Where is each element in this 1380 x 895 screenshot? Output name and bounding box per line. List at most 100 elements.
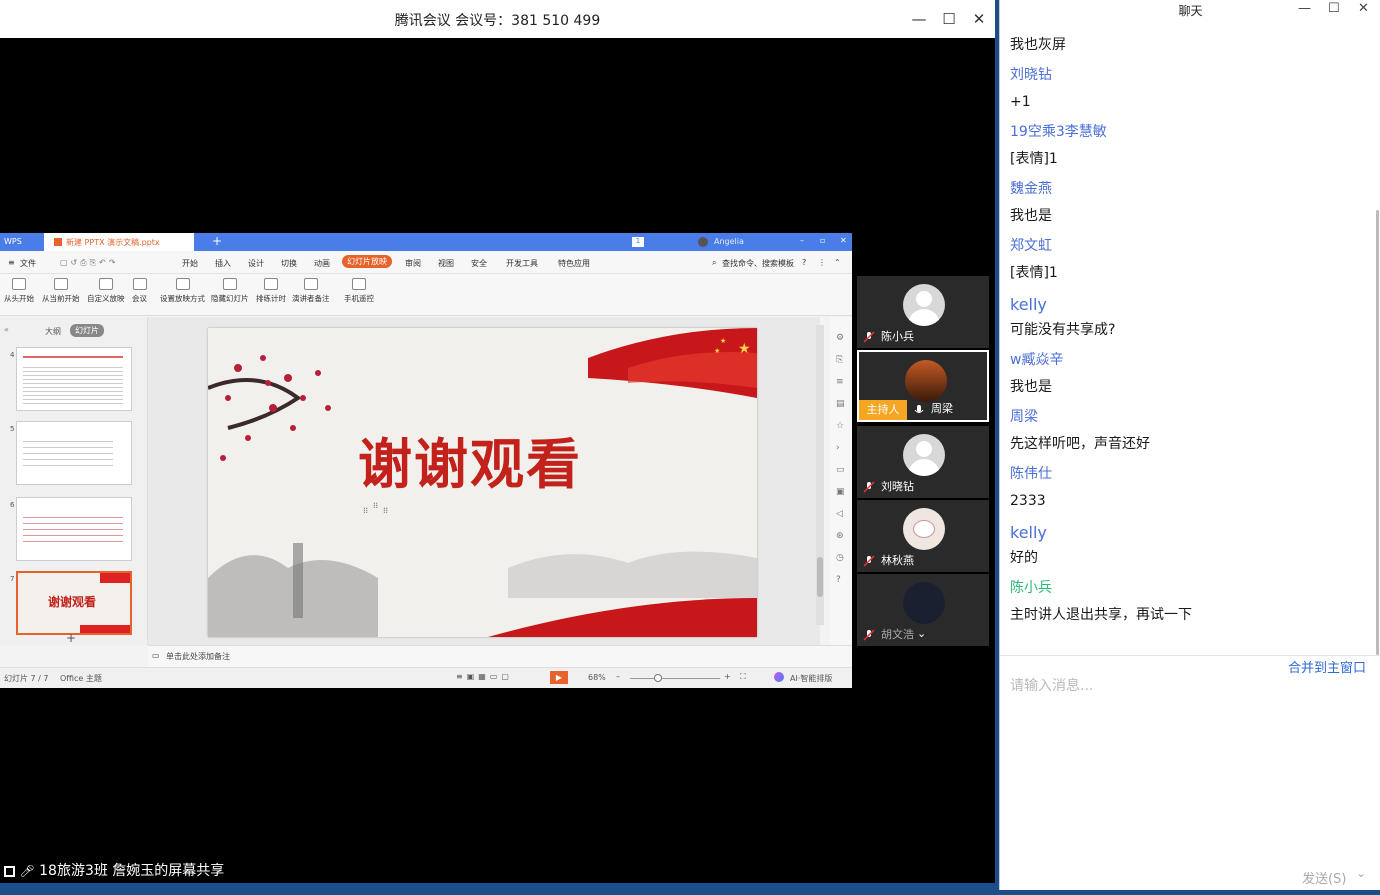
participant-tile[interactable]: 刘晓钻	[857, 426, 989, 498]
chat-message-text: [表情]1	[1010, 265, 1058, 281]
shared-screen: WPS 新建 PPTX 演示文稿.pptx + 1 Angelia – ▫ ✕ …	[0, 233, 852, 688]
chevron-down-icon[interactable]: ⌄	[917, 627, 926, 640]
ribbon-meeting: 会议	[132, 278, 147, 304]
notes-icon: ▭	[152, 651, 160, 660]
host-badge: 主持人	[859, 400, 907, 420]
avatar	[903, 284, 945, 326]
participant-name: 胡文浩	[881, 628, 914, 641]
chat-scrollbar[interactable]	[1376, 210, 1379, 655]
svg-text:★: ★	[714, 347, 720, 355]
svg-text:⁝⁝: ⁝⁝	[383, 506, 388, 515]
minimize-icon[interactable]: —	[908, 8, 930, 30]
chat-panel: 聊天 — ☐ ✕ 我也灰屏 刘晓钻 +1 19空乘3李慧敏 [表情]1 魏金燕 我也是 郑文虹…	[999, 0, 1380, 890]
merge-to-main-link[interactable]: 合并到主窗口	[1288, 657, 1366, 676]
avatar	[905, 360, 947, 402]
chat-message-text: 好的	[1010, 550, 1038, 566]
wps-search: 查找命令、搜索模板	[722, 259, 794, 268]
menu-animation: 动画	[314, 259, 330, 268]
participant-name: 刘晓钻	[881, 480, 914, 493]
chevron-down-icon[interactable]: ⌄	[1356, 866, 1366, 880]
fit-icon: ⛶	[740, 672, 746, 681]
chat-title: 聊天	[1178, 4, 1203, 18]
chat-message-input[interactable]	[1010, 676, 1370, 696]
chat-message-text: 可能没有共享成?	[1010, 322, 1116, 338]
help-icon: ?	[802, 258, 807, 267]
slide-thumbnail	[16, 497, 132, 561]
minimize-icon: –	[800, 236, 804, 245]
chat-divider	[1000, 655, 1380, 656]
wps-ribbon: 从头开始 从当前开始 自定义放映 会议 设置放映方式 隐藏幻灯片 排练计时 演讲…	[0, 274, 852, 316]
menu-file: 文件	[20, 259, 36, 268]
wps-tab-bar: WPS 新建 PPTX 演示文稿.pptx + 1 Angelia – ▫ ✕	[0, 233, 852, 251]
participant-name: 周梁	[931, 402, 953, 415]
ai-icon	[774, 672, 784, 682]
thumb-number: 6	[10, 501, 15, 509]
toolbar-icons: ⚙ ⎘ ≡ ▤ ☆ › ▭ ▣ ◁ ⊛ ◷?	[836, 333, 845, 585]
ribbon-rehearse: 排练计时	[256, 278, 286, 304]
menu-slideshow: 幻灯片放映	[342, 255, 392, 268]
chat-sender-name: kelly	[1010, 295, 1047, 314]
avatar	[903, 508, 945, 550]
chat-sender-name: 陈伟仕	[1010, 466, 1052, 482]
mic-muted-icon	[863, 331, 875, 343]
wps-app-tab: WPS	[4, 237, 22, 246]
taskbar-strip	[0, 883, 999, 895]
meeting-title: 腾讯会议 会议号：381 510 499	[394, 13, 601, 29]
meeting-titlebar: 腾讯会议 会议号：381 510 499 — ☐ ✕	[0, 0, 995, 38]
participant-name: 陈小兵	[881, 330, 914, 343]
svg-text:⁝⁝: ⁝⁝	[373, 501, 378, 510]
zoom-level: 68%	[588, 673, 606, 682]
share-caption: 🎤︎ 18旅游3班 詹婉玉的屏幕共享	[4, 860, 224, 880]
screen-share-icon	[4, 865, 15, 877]
meeting-window: 腾讯会议 会议号：381 510 499 — ☐ ✕ WPS 新建 PPTX 演…	[0, 0, 995, 883]
hamburger-icon: ≡	[8, 258, 15, 267]
chat-message-text: 我也是	[1010, 379, 1052, 395]
slide-title: 谢谢观看	[358, 432, 582, 496]
chat-sender-name: 刘晓钻	[1010, 67, 1052, 83]
close-icon[interactable]: ✕	[1358, 1, 1369, 16]
view-mode-icons: ≡▣▦▭▢	[456, 672, 513, 681]
share-caption-text: 18旅游3班 詹婉玉的屏幕共享	[39, 863, 225, 879]
mic-icon	[914, 405, 924, 413]
slide-thumbnail	[16, 421, 132, 485]
wps-right-toolbar: ⚙ ⎘ ≡ ▤ ☆ › ▭ ▣ ◁ ⊛ ◷?	[816, 317, 852, 645]
chat-message-text: 我也灰屏	[1010, 37, 1066, 53]
menu-security: 安全	[471, 259, 487, 268]
maximize-icon[interactable]: ☐	[1328, 1, 1340, 16]
zoom-out-icon: –	[616, 672, 620, 681]
maximize-icon[interactable]: ☐	[938, 8, 960, 30]
svg-text:★: ★	[738, 341, 751, 357]
participant-tile[interactable]: 林秋燕	[857, 500, 989, 572]
thumb-number: 4	[10, 351, 15, 359]
minimize-icon[interactable]: —	[1298, 1, 1311, 16]
current-slide: ★ ★ ★ ⁝⁝ ⁝⁝ ⁝⁝ 谢谢观看	[208, 328, 757, 637]
collapse-icon: ⌃	[834, 258, 841, 267]
svg-text:⁝⁝: ⁝⁝	[363, 506, 368, 515]
participant-tile-host[interactable]: 主持人 周梁	[857, 350, 989, 422]
ribbon-setup-show: 设置放映方式	[160, 278, 205, 304]
close-icon[interactable]: ✕	[968, 8, 990, 30]
ribbon-hide-slide: 隐藏幻灯片	[211, 278, 249, 304]
wps-user-name: Angelia	[714, 237, 744, 246]
zoom-in-icon: +	[724, 672, 731, 681]
participant-tile[interactable]: 陈小兵	[857, 276, 989, 348]
mic-muted-icon	[863, 629, 875, 641]
participant-tile[interactable]: 胡文浩 ⌄	[857, 574, 989, 646]
menu-design: 设计	[248, 259, 264, 268]
send-button[interactable]: 发送(S)	[1302, 868, 1346, 887]
slide-canvas: ★ ★ ★ ⁝⁝ ⁝⁝ ⁝⁝ 谢谢观看	[148, 317, 820, 645]
zoom-slider	[630, 678, 720, 679]
notes-placeholder: 单击此处添加备注	[166, 652, 230, 661]
ribbon-phone-remote: 手机遥控	[344, 278, 374, 304]
slide-thumbnail-pane: « 大纲 幻灯片 4 5 6 7 谢谢观看 +	[0, 317, 148, 645]
chat-message-text: +1	[1010, 94, 1031, 110]
wps-doc-tab: 新建 PPTX 演示文稿.pptx	[66, 238, 160, 247]
notes-bar: ▭ 单击此处添加备注	[148, 645, 852, 667]
status-theme: Office 主题	[60, 674, 102, 683]
ribbon-from-current: 从当前开始	[42, 278, 80, 304]
chat-sender-name: w臧焱辛	[1010, 352, 1064, 368]
ribbon-from-start: 从头开始	[4, 278, 34, 304]
play-icon: ▶	[550, 671, 568, 684]
chat-message-text: [表情]1	[1010, 151, 1058, 167]
search-icon: ⌕	[712, 258, 717, 267]
